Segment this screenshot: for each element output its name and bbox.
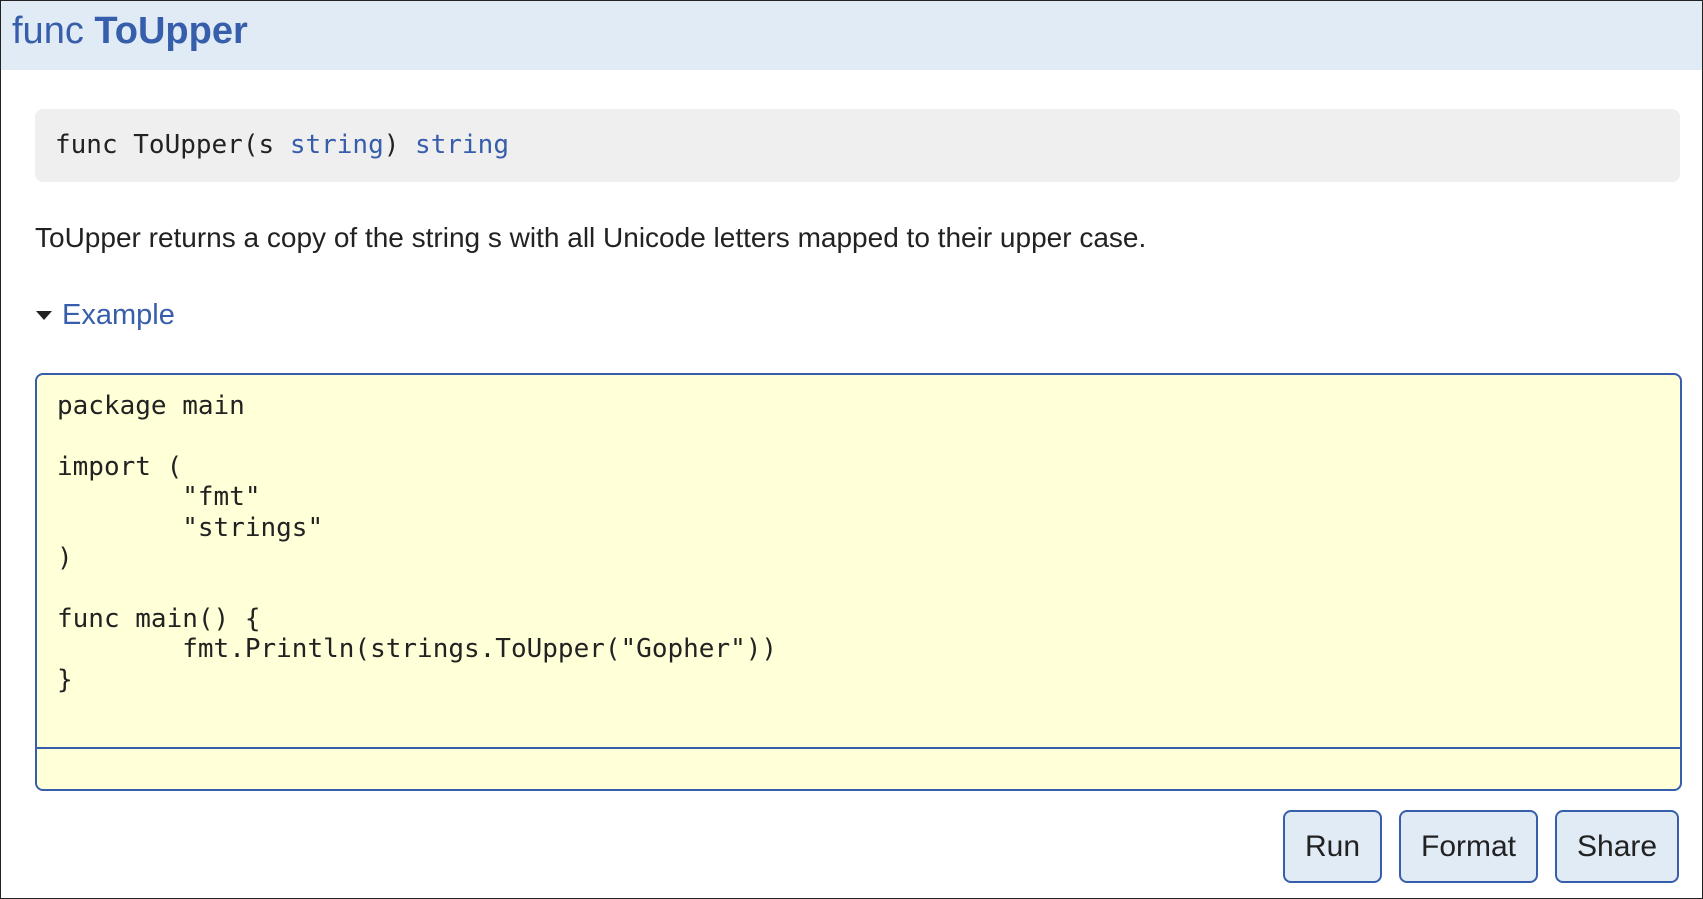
- function-name: ToUpper: [94, 10, 248, 52]
- signature-prefix: func ToUpper(s: [55, 130, 290, 160]
- example-code-box: [35, 373, 1682, 791]
- func-keyword: func: [12, 10, 84, 52]
- example-label: Example: [62, 299, 175, 331]
- playground-buttons: Run Format Share: [1283, 810, 1679, 883]
- function-description: ToUpper returns a copy of the string s w…: [35, 222, 1147, 253]
- run-button[interactable]: Run: [1283, 810, 1382, 883]
- signature-code: func ToUpper(s string) string: [55, 128, 509, 162]
- example-toggle[interactable]: Example: [36, 298, 175, 332]
- signature-middle: ): [383, 130, 416, 160]
- function-title: func ToUpper: [12, 9, 248, 53]
- param-type-link[interactable]: string: [290, 130, 384, 160]
- return-type-link[interactable]: string: [415, 130, 509, 160]
- function-signature: func ToUpper(s string) string: [35, 109, 1680, 182]
- share-button[interactable]: Share: [1555, 810, 1679, 883]
- format-button[interactable]: Format: [1399, 810, 1538, 883]
- function-header: func ToUpper: [1, 1, 1702, 70]
- code-output: [37, 751, 1680, 789]
- caret-down-icon: [36, 310, 52, 320]
- code-editor[interactable]: [37, 375, 1680, 749]
